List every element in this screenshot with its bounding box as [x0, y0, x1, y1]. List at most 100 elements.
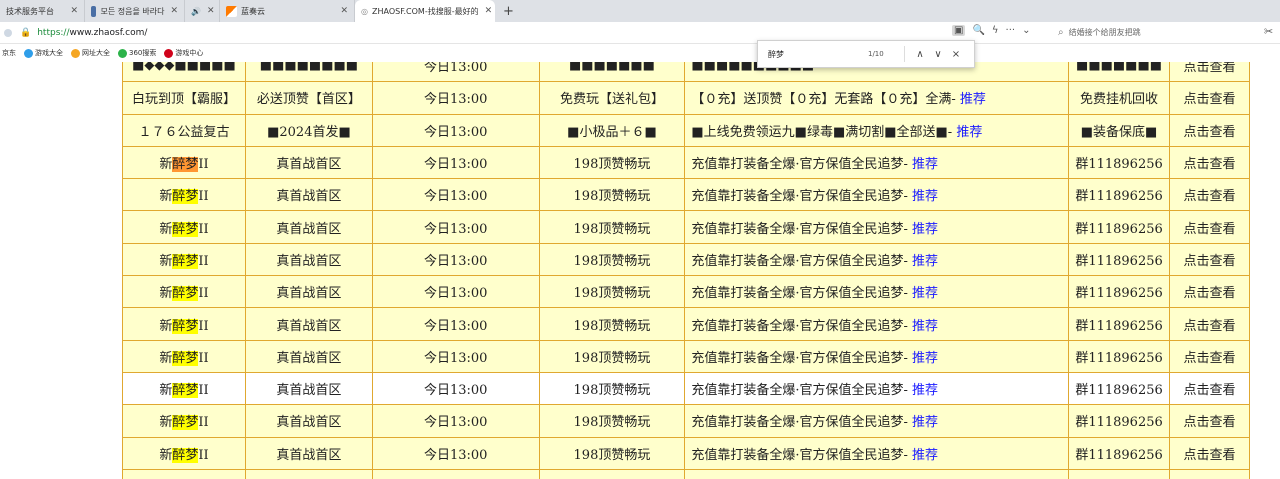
version-cell: 198顶赞畅玩: [538, 371, 686, 406]
close-icon[interactable]: ✕: [201, 6, 215, 16]
find-highlight: 醉梦: [172, 221, 199, 237]
view-link[interactable]: 点击查看: [1169, 468, 1250, 479]
tab-tech-service[interactable]: 技术服务平台 ✕: [0, 0, 85, 22]
server-region-cell: 真首战首区: [244, 275, 373, 309]
version-cell: 198顶赞畅玩: [538, 145, 686, 180]
version-cell: 免费玩【送礼包】: [538, 81, 686, 115]
game-center-icon: [164, 48, 174, 58]
version-cell: ■■■■■■■: [538, 62, 686, 83]
new-tab-button[interactable]: +: [495, 0, 522, 22]
recommend-link[interactable]: 推荐: [912, 222, 938, 237]
view-link[interactable]: 点击查看: [1169, 436, 1250, 470]
lock-icon[interactable]: 🔒: [20, 28, 31, 38]
recommend-link[interactable]: 推荐: [912, 415, 938, 430]
server-region-cell: ■■■■■■■■: [244, 62, 373, 83]
contact-cell: 群111896256: [1068, 404, 1171, 438]
view-link[interactable]: 点击查看: [1169, 242, 1250, 277]
view-link[interactable]: 点击查看: [1169, 62, 1250, 83]
view-link[interactable]: 点击查看: [1169, 81, 1250, 115]
lightning-icon[interactable]: ϟ: [992, 25, 999, 36]
recommend-link[interactable]: 推荐: [912, 351, 938, 366]
more-icon[interactable]: ···: [1006, 25, 1016, 36]
bookmark-jd[interactable]: 京东: [2, 48, 16, 58]
server-name-cell: 新醉梦II: [122, 145, 246, 180]
zoom-icon[interactable]: 🔍: [972, 25, 984, 36]
close-icon[interactable]: ×: [947, 49, 965, 60]
open-time-cell: 今日13:00: [371, 62, 540, 83]
contact-cell: 免费挂机回收: [1068, 81, 1171, 115]
open-time-cell: 今日13:00: [371, 210, 540, 244]
server-region-cell: 真首战首区: [244, 339, 373, 373]
table-row: 新醉梦II 真首战首区 今日13:00 198顶赞畅玩 充值靠打装备全爆·官方保值全民追…: [122, 404, 1250, 438]
recommend-link[interactable]: 推荐: [912, 319, 938, 334]
recommend-link[interactable]: 推荐: [912, 383, 938, 398]
bookmark-360[interactable]: 360搜索: [118, 48, 156, 58]
bookmark-games[interactable]: 游戏大全: [24, 48, 63, 58]
close-icon[interactable]: ✕: [64, 6, 78, 16]
open-time-cell: 今日13:00: [371, 468, 540, 479]
find-highlight: 醉梦: [172, 415, 199, 431]
view-link[interactable]: 点击查看: [1169, 145, 1250, 180]
find-tool-icon[interactable]: ▣: [952, 25, 966, 36]
tab-label: 蓝奏云: [241, 6, 265, 16]
description-cell: 充值靠打装备全爆·官方保值全民追梦- 推荐: [684, 242, 1070, 277]
server-region-cell: 真首战首区: [244, 404, 373, 438]
close-icon[interactable]: ✕: [164, 6, 178, 16]
tab-korean[interactable]: 모든 정음을 바라다 ✕: [85, 0, 185, 22]
recommend-link[interactable]: 推荐: [912, 189, 938, 204]
recommend-link[interactable]: 推荐: [912, 448, 938, 463]
view-link[interactable]: 点击查看: [1169, 210, 1250, 244]
recommend-link[interactable]: 推荐: [912, 286, 938, 301]
version-cell: 198顶赞畅玩: [538, 178, 686, 212]
open-time-cell: 今日13:00: [371, 307, 540, 341]
close-icon[interactable]: ✕: [479, 6, 493, 16]
tab-zhaosf[interactable]: ◎ ZHAOSF.COM-找搜服-最好的 ✕: [355, 0, 495, 22]
bookmark-label: 游戏大全: [35, 49, 63, 57]
table-row: 新醉梦II 真首战首区 今日13:00 198顶赞畅玩 充值靠打装备全爆·官方保值全民追…: [122, 371, 1250, 406]
chevron-up-icon[interactable]: ∧: [911, 49, 929, 60]
tab-audio[interactable]: 🔊 ✕: [185, 0, 220, 22]
bookmark-game-center[interactable]: 游戏中心: [164, 48, 203, 58]
close-icon[interactable]: ✕: [334, 6, 348, 16]
recommend-link[interactable]: 推荐: [912, 157, 938, 172]
bookmark-label: 游戏中心: [175, 49, 204, 57]
find-input[interactable]: 醉梦: [768, 49, 868, 60]
table-row: 新醉梦II 真首战首区 今日13:00 198顶赞畅玩 充值靠打装备全爆·官方保值全民追…: [122, 178, 1250, 212]
chevron-down-icon[interactable]: ∨: [929, 49, 947, 60]
contact-cell: ★站长推荐★: [1068, 468, 1171, 479]
lanzou-favicon-icon: [226, 5, 237, 17]
description-cell: 充值靠打装备全爆·官方保值全民追梦- 推荐: [684, 371, 1070, 406]
find-highlight: 醉梦: [172, 350, 199, 366]
recommend-link[interactable]: 推荐: [912, 254, 938, 269]
view-link[interactable]: 点击查看: [1169, 307, 1250, 341]
table-row: 新醉梦II 真首战首区 今日13:00 198顶赞畅玩 充值靠打装备全爆·官方保值全民追…: [122, 210, 1250, 244]
view-link[interactable]: 点击查看: [1169, 404, 1250, 438]
chevron-down-icon[interactable]: ⌄: [1022, 25, 1030, 36]
contact-cell: ■■■■■■■: [1068, 62, 1171, 83]
find-match-count: 1/10: [868, 50, 884, 58]
search-input[interactable]: ⌕ 结婚接个给朋友把跳: [1058, 24, 1258, 41]
server-name-cell: 新醉梦II: [122, 371, 246, 406]
contact-cell: 群111896256: [1068, 275, 1171, 309]
view-link[interactable]: 点击查看: [1169, 371, 1250, 406]
view-link[interactable]: 点击查看: [1169, 275, 1250, 309]
recommend-link[interactable]: 推荐: [960, 92, 986, 107]
address-tools: ▣ 🔍 ϟ ··· ⌄: [952, 25, 1030, 36]
version-cell: 198顶赞畅玩: [538, 242, 686, 277]
table-row: 白玩到顶【霸服】 必送顶赞【首区】 今日13:00 免费玩【送礼包】 【０充】送顶赞【０…: [122, 81, 1250, 115]
server-name-cell: 新醉梦II: [122, 436, 246, 470]
tab-lanzou[interactable]: 蓝奏云 ✕: [220, 0, 355, 22]
description-cell: 自动捡取／鼠心好服／创思全爆／长久激情- 推荐: [684, 468, 1070, 479]
view-link[interactable]: 点击查看: [1169, 178, 1250, 212]
view-link[interactable]: 点击查看: [1169, 113, 1250, 147]
view-link[interactable]: 点击查看: [1169, 339, 1250, 373]
description-cell: 充值靠打装备全爆·官方保值全民追梦- 推荐: [684, 145, 1070, 180]
recommend-link[interactable]: 推荐: [956, 125, 982, 140]
bookmark-sites[interactable]: 网址大全: [71, 48, 110, 58]
url-field[interactable]: https://www.zhaosf.com/: [37, 28, 147, 38]
server-name-cell: 新醉梦II: [122, 178, 246, 212]
scissors-icon[interactable]: ✂: [1264, 25, 1273, 38]
version-cell: 小极品合意打: [538, 468, 686, 479]
server-region-cell: 180首区(+5): [244, 468, 373, 479]
globe-icon: ◎: [361, 6, 368, 16]
